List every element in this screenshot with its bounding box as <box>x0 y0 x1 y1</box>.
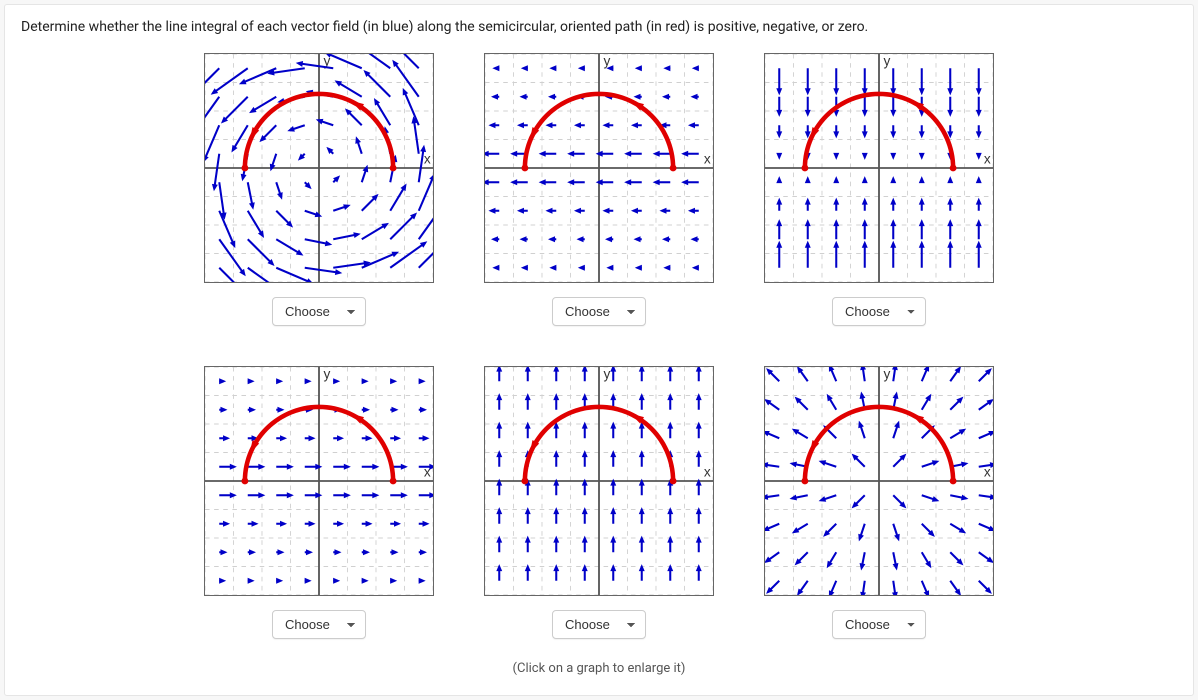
vector-field-plot[interactable]: xy <box>204 366 434 596</box>
vector-field-plot[interactable]: xy <box>764 53 994 283</box>
plot-cell: xyChoosePositiveNegativeZero <box>484 53 714 326</box>
vector-field-plot[interactable]: xy <box>764 366 994 596</box>
svg-text:x: x <box>424 151 431 166</box>
svg-text:y: y <box>884 54 891 68</box>
answer-select-wrap: ChoosePositiveNegativeZero <box>832 610 926 639</box>
svg-text:y: y <box>324 367 331 381</box>
plot-cell: xyChoosePositiveNegativeZero <box>484 366 714 639</box>
svg-text:y: y <box>604 54 611 68</box>
svg-text:y: y <box>604 367 611 381</box>
answer-select-wrap: ChoosePositiveNegativeZero <box>272 297 366 326</box>
svg-text:y: y <box>884 367 891 381</box>
plot-cell: xy ChoosePositiveNegativeZero <box>764 366 994 639</box>
answer-select-wrap: ChoosePositiveNegativeZero <box>272 610 366 639</box>
answer-select[interactable]: ChoosePositiveNegativeZero <box>552 297 646 326</box>
plot-cell: xyChoosePositiveNegativeZero <box>764 53 994 326</box>
answer-select[interactable]: ChoosePositiveNegativeZero <box>552 610 646 639</box>
svg-text:x: x <box>984 151 991 166</box>
svg-text:x: x <box>704 464 711 479</box>
plots-grid: xyChoosePositiveNegativeZeroxyChoosePosi… <box>149 53 1049 639</box>
svg-text:x: x <box>704 151 711 166</box>
problem-container: Determine whether the line integral of e… <box>4 4 1194 696</box>
answer-select-wrap: ChoosePositiveNegativeZero <box>552 610 646 639</box>
answer-select[interactable]: ChoosePositiveNegativeZero <box>832 610 926 639</box>
vector-field-plot[interactable]: xy <box>484 53 714 283</box>
answer-select-wrap: ChoosePositiveNegativeZero <box>552 297 646 326</box>
enlarge-footnote: (Click on a graph to enlarge it) <box>21 661 1177 676</box>
question-text: Determine whether the line integral of e… <box>21 19 1177 35</box>
answer-select[interactable]: ChoosePositiveNegativeZero <box>832 297 926 326</box>
answer-select-wrap: ChoosePositiveNegativeZero <box>832 297 926 326</box>
vector-field-plot[interactable]: xy <box>204 53 434 283</box>
plot-cell: xy ChoosePositiveNegativeZero <box>204 366 434 639</box>
plot-cell: xy ChoosePositiveNegativeZero <box>204 53 434 326</box>
answer-select[interactable]: ChoosePositiveNegativeZero <box>272 297 366 326</box>
vector-field-plot[interactable]: xy <box>484 366 714 596</box>
answer-select[interactable]: ChoosePositiveNegativeZero <box>272 610 366 639</box>
